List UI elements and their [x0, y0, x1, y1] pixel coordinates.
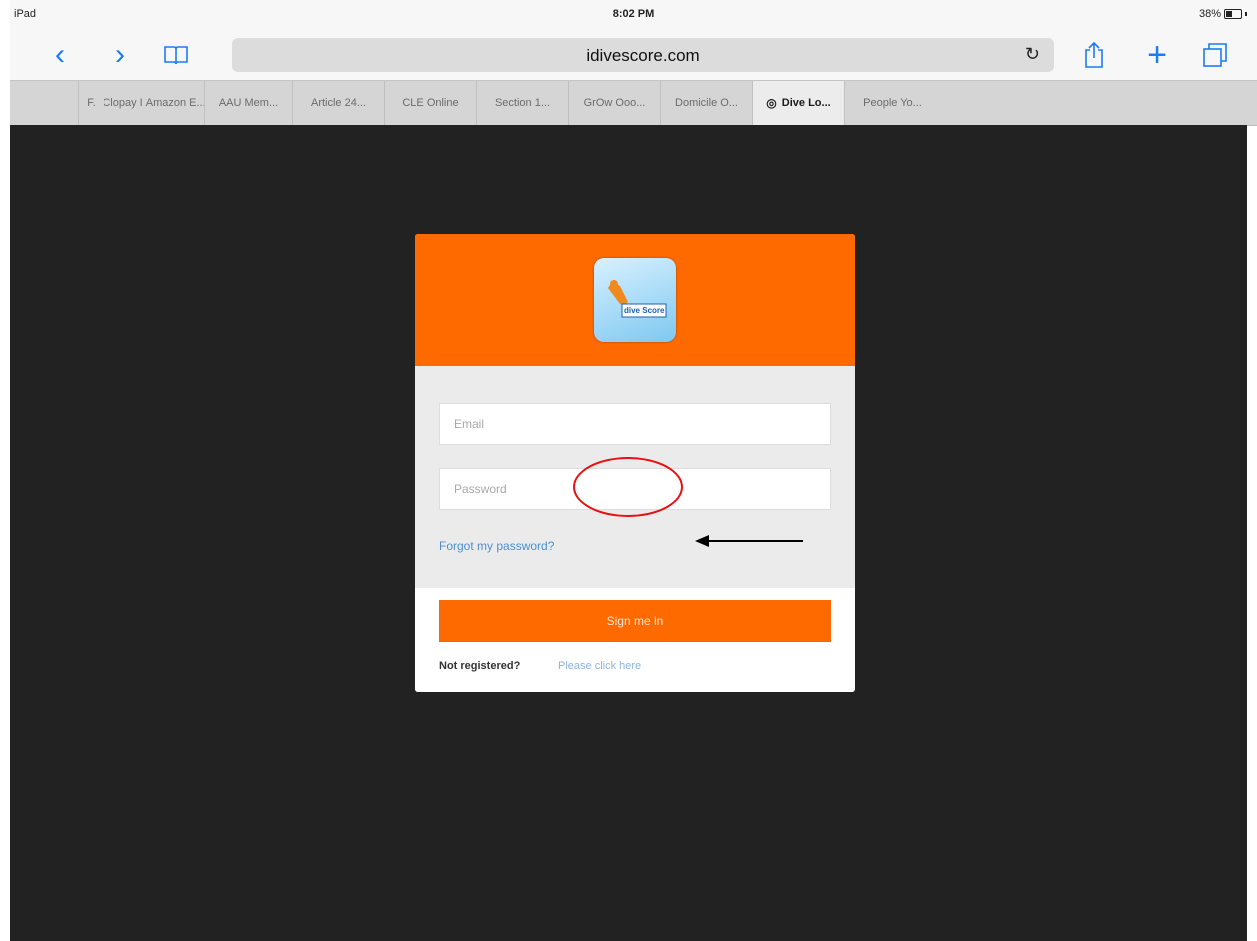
share-icon[interactable]: [1080, 38, 1108, 72]
tab-label: Dive Lo...: [781, 97, 831, 109]
tab[interactable]: CLE Online: [384, 81, 476, 125]
battery-tip: [1245, 12, 1247, 16]
tab[interactable]: F.: [78, 81, 104, 125]
battery-indicator: 38%: [1199, 8, 1247, 20]
dive-score-logo: dive Score: [594, 258, 676, 342]
register-link[interactable]: Please click here: [558, 660, 641, 672]
tab-label: Clopay I: [104, 97, 143, 109]
tabs-overview-icon[interactable]: [1200, 38, 1230, 72]
reload-icon[interactable]: ↻: [1025, 44, 1040, 65]
tab-label: Section 1...: [494, 97, 551, 109]
status-bar: iPad 8:02 PM 38%: [10, 0, 1257, 32]
tab[interactable]: GrOw Ooo...: [568, 81, 660, 125]
tab[interactable]: Section 1...: [476, 81, 568, 125]
web-page: dive Score Forgot my password? Sign me i…: [10, 125, 1247, 941]
back-arrow-icon[interactable]: ‹: [48, 38, 72, 72]
tab-label: CLE Online: [402, 97, 459, 109]
tab-label: AAU Mem...: [218, 97, 279, 109]
email-field[interactable]: [439, 403, 831, 445]
clock: 8:02 PM: [612, 8, 655, 20]
new-tab-icon[interactable]: +: [1142, 36, 1172, 74]
tab[interactable]: Domicile O...: [660, 81, 752, 125]
browser-toolbar: ‹ › idivescore.com ↻ +: [10, 32, 1257, 80]
red-circle-annotation: [573, 457, 683, 517]
tab-label: F.: [87, 97, 96, 109]
globe-icon: ◎: [766, 96, 777, 110]
bookmarks-icon[interactable]: [160, 38, 192, 72]
sign-in-button[interactable]: Sign me in: [439, 600, 831, 642]
tab[interactable]: People Yo...: [844, 81, 940, 125]
tab-label: GrOw Ooo...: [583, 97, 646, 109]
forward-arrow-icon[interactable]: ›: [108, 38, 132, 72]
tab-label: Amazon E...: [145, 97, 204, 109]
forgot-password-link[interactable]: Forgot my password?: [439, 539, 554, 553]
tab-bar: F. Clopay I Amazon E... AAU Mem... Artic…: [10, 80, 1257, 126]
url-text: idivescore.com: [586, 46, 700, 65]
login-footer: Sign me in Not registered? Please click …: [415, 588, 855, 692]
tab[interactable]: AAU Mem...: [204, 81, 292, 125]
tab-label: People Yo...: [863, 97, 922, 109]
tab-active[interactable]: ◎ Dive Lo...: [752, 81, 844, 125]
tab-label: Article 24...: [310, 97, 367, 109]
not-registered-label: Not registered?: [439, 660, 521, 672]
battery-percent: 38%: [1198, 8, 1221, 20]
tab[interactable]: Clopay I Amazon E...: [104, 81, 204, 125]
login-header: dive Score: [415, 234, 855, 366]
battery-icon: [1224, 9, 1242, 19]
logo-text: dive Score: [624, 306, 665, 315]
address-bar[interactable]: idivescore.com ↻: [232, 38, 1054, 72]
arrow-annotation-icon: [695, 535, 803, 547]
tab[interactable]: Article 24...: [292, 81, 384, 125]
tab-label: Domicile O...: [675, 97, 738, 109]
